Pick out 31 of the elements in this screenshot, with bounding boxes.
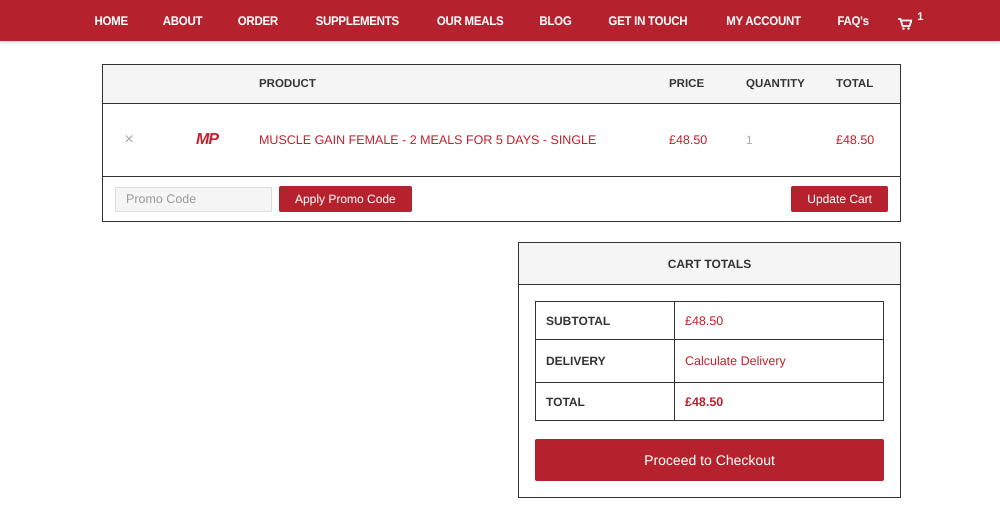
- nav-link[interactable]: OUR MEALS: [422, 14, 518, 28]
- nav-link[interactable]: BLOG: [525, 14, 587, 28]
- nav-link[interactable]: MY ACCOUNT: [712, 14, 816, 28]
- column-header: PRODUCT: [259, 78, 317, 90]
- total-amount: £48.50: [685, 394, 724, 408]
- quantity-cell-text: 1: [746, 133, 754, 147]
- panel-title: CART TOTALS: [668, 256, 752, 270]
- row-label: DELIVERY: [536, 340, 674, 382]
- row-label: TOTAL: [536, 382, 674, 420]
- nav-link[interactable]: FAQ's: [822, 14, 884, 28]
- cart-link[interactable]: 1: [886, 10, 924, 30]
- total-cell-text: £48.50: [836, 133, 876, 147]
- apply-promo-button[interactable]: Apply Promo Code: [279, 186, 412, 212]
- nav-link[interactable]: ABOUT: [148, 14, 217, 28]
- subtotal-amount: £48.50: [685, 314, 724, 328]
- promo-code-field[interactable]: Promo Code: [115, 186, 272, 212]
- checkout-button[interactable]: Proceed to Checkout: [535, 439, 884, 481]
- nav-link[interactable]: HOME: [79, 14, 142, 28]
- column-header: TOTAL: [836, 78, 874, 90]
- product-logo: MP: [196, 131, 218, 149]
- product-link[interactable]: MUSCLE GAIN FEMALE - 2 MEALS FOR 5 DAYS - SINGLE: [259, 133, 669, 147]
- nav-link[interactable]: ORDER: [222, 14, 293, 28]
- nav-link[interactable]: SUPPLEMENTS: [300, 14, 414, 28]
- calculate-delivery-link[interactable]: Calculate Delivery: [685, 354, 786, 368]
- nav-link[interactable]: GET IN TOUCH: [594, 14, 702, 28]
- update-cart-button[interactable]: Update Cart: [791, 186, 888, 212]
- row-label: SUBTOTAL: [536, 302, 674, 340]
- cart-icon: [898, 18, 912, 30]
- column-header: PRICE: [669, 78, 706, 90]
- price-cell-text: £48.50: [669, 133, 708, 147]
- column-header: QUANTITY: [746, 78, 806, 90]
